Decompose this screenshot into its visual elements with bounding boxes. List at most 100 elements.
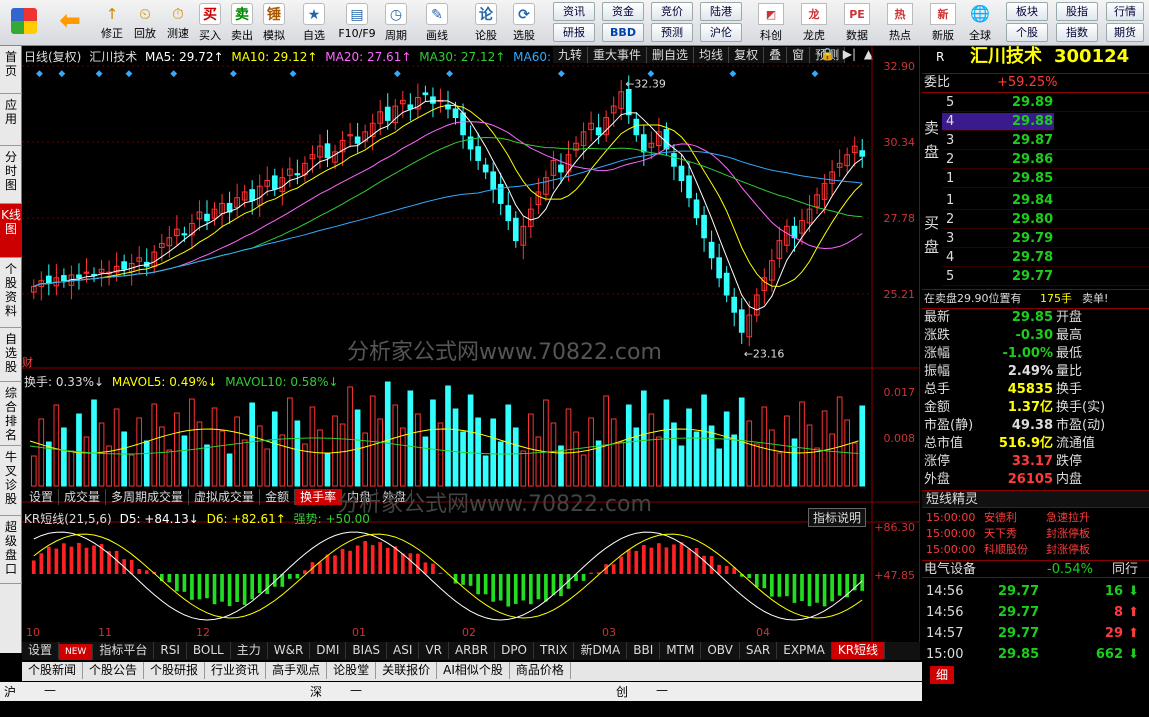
order-book-row[interactable]: 2 29.80 xyxy=(942,211,1149,229)
indicator-tab[interactable]: MTM xyxy=(660,642,702,659)
volume-bar[interactable] xyxy=(113,408,120,487)
indicator-tab[interactable]: VR xyxy=(419,642,449,659)
indicator-tab[interactable]: BBI xyxy=(627,642,661,659)
candle[interactable] xyxy=(671,153,677,167)
news-tab[interactable]: 论股堂 xyxy=(327,662,377,679)
event-marker[interactable]: ◆ xyxy=(394,69,401,79)
volume-bar[interactable] xyxy=(467,394,474,487)
sell-button[interactable]: 卖卖出 xyxy=(226,2,258,44)
candle[interactable] xyxy=(204,213,210,222)
indicator-tab[interactable]: TRIX xyxy=(534,642,575,659)
order-book-row[interactable]: 5 29.77 xyxy=(942,268,1149,286)
volume-bar[interactable] xyxy=(294,420,301,487)
quick-link-button[interactable]: 沪伦 xyxy=(700,23,742,42)
indicator-tab[interactable]: BOLL xyxy=(187,642,231,659)
candle[interactable] xyxy=(512,217,519,242)
volume-bar[interactable] xyxy=(528,413,534,487)
quick-link-button[interactable]: 竞价 xyxy=(651,2,693,21)
volume-bar[interactable] xyxy=(671,422,677,487)
left-tab-8[interactable]: 超级盘口 xyxy=(0,516,22,584)
order-book-row[interactable]: 4 29.88 xyxy=(942,113,1054,131)
volume-bar[interactable] xyxy=(731,434,738,487)
volume-bar[interactable] xyxy=(776,452,783,487)
volume-bar[interactable] xyxy=(656,436,662,487)
candle[interactable] xyxy=(595,127,602,136)
toolbar-button[interactable]: 新新版 xyxy=(924,2,962,44)
candle[interactable] xyxy=(723,272,730,296)
toolbar-button[interactable]: ⏱ 测速 xyxy=(162,2,194,44)
candle[interactable] xyxy=(271,175,278,190)
left-tab-2[interactable]: 分时图 xyxy=(0,146,22,204)
volume-bar[interactable] xyxy=(512,427,519,487)
volume-bar[interactable] xyxy=(791,438,798,487)
event-marker[interactable]: ◆ xyxy=(36,69,43,79)
volume-bar[interactable] xyxy=(324,452,331,487)
period-button[interactable]: ◷ 周期 xyxy=(380,2,412,44)
news-tab[interactable]: 关联报价 xyxy=(376,662,438,679)
quick-link-button[interactable]: 资金 xyxy=(602,2,644,21)
indicator-tab[interactable]: EXPMA xyxy=(777,642,832,659)
news-tab[interactable]: 个股新闻 xyxy=(22,662,84,679)
event-marker[interactable]: ◆ xyxy=(647,69,654,79)
candle[interactable] xyxy=(738,309,745,333)
market-link-button[interactable]: 指数 xyxy=(1056,23,1098,42)
candle[interactable] xyxy=(452,108,459,119)
volume-bar[interactable] xyxy=(588,417,594,487)
volume-bar[interactable] xyxy=(746,420,753,487)
volume-bar[interactable] xyxy=(83,436,90,487)
candle[interactable] xyxy=(701,214,707,239)
indicator-tab[interactable]: NEW xyxy=(59,644,94,660)
market-link-button[interactable]: 股指 xyxy=(1056,2,1098,21)
news-tab[interactable]: 商品价格 xyxy=(510,662,571,679)
candle[interactable] xyxy=(625,88,632,116)
volume-bar[interactable] xyxy=(648,413,655,487)
candle[interactable] xyxy=(497,184,504,204)
volume-bar[interactable] xyxy=(693,431,700,487)
sector-name[interactable]: 电气设备 xyxy=(924,561,976,579)
volume-bar[interactable] xyxy=(392,404,399,487)
draw-button[interactable]: ✎ 画线 xyxy=(421,2,453,44)
candle[interactable] xyxy=(460,112,466,136)
volume-bar[interactable] xyxy=(701,394,707,487)
volume-bar[interactable] xyxy=(196,421,203,487)
news-tab[interactable]: AI相似个股 xyxy=(437,662,510,679)
indicator-tab[interactable]: DPO xyxy=(495,642,534,659)
volume-bar[interactable] xyxy=(422,436,429,487)
order-book-row[interactable]: 2 29.86 xyxy=(942,151,1149,169)
volume-bar[interactable] xyxy=(98,422,105,487)
volume-bar[interactable] xyxy=(686,408,692,487)
candle[interactable] xyxy=(45,275,52,285)
volume-tab[interactable]: 成交量 xyxy=(59,489,107,505)
indicator-tab[interactable]: KR短线 xyxy=(831,642,886,659)
market-link-button[interactable]: 个股 xyxy=(1006,23,1048,42)
candle[interactable] xyxy=(181,233,188,236)
volume-bar[interactable] xyxy=(663,399,670,487)
candle[interactable] xyxy=(407,104,414,110)
watchlist-button[interactable]: ★ 自选 xyxy=(298,2,330,44)
market-link-button[interactable]: 板块 xyxy=(1006,2,1048,21)
left-tab-1[interactable]: 应用 xyxy=(0,94,22,146)
volume-bar[interactable] xyxy=(121,431,127,487)
news-tab[interactable]: 高手观点 xyxy=(266,662,328,679)
indicator-tab[interactable]: OBV xyxy=(701,642,740,659)
event-marker[interactable]: ◆ xyxy=(96,69,103,79)
indicator-tab[interactable]: W&R xyxy=(268,642,311,659)
simulate-button[interactable]: 锤模拟 xyxy=(258,2,290,44)
volume-bar[interactable] xyxy=(625,404,632,487)
volume-bar[interactable] xyxy=(287,397,293,487)
quick-link-button[interactable]: 资讯 xyxy=(553,2,595,21)
volume-bar[interactable] xyxy=(219,430,225,487)
indicator-tab[interactable]: SAR xyxy=(740,642,778,659)
volume-bar[interactable] xyxy=(174,412,180,487)
left-tab-5[interactable]: 自选股 xyxy=(0,328,22,382)
volume-bar[interactable] xyxy=(460,431,466,487)
volume-bar[interactable] xyxy=(189,398,195,487)
volume-bar[interactable] xyxy=(723,411,730,487)
global-button[interactable]: 🌐 全球 xyxy=(962,2,998,44)
order-book-row[interactable]: 4 29.78 xyxy=(942,249,1149,267)
volume-bar[interactable] xyxy=(761,406,768,487)
order-book-row[interactable]: 3 29.87 xyxy=(942,132,1149,150)
event-marker[interactable]: ◆ xyxy=(446,69,453,79)
candle[interactable] xyxy=(422,92,429,96)
candle[interactable] xyxy=(354,136,361,144)
